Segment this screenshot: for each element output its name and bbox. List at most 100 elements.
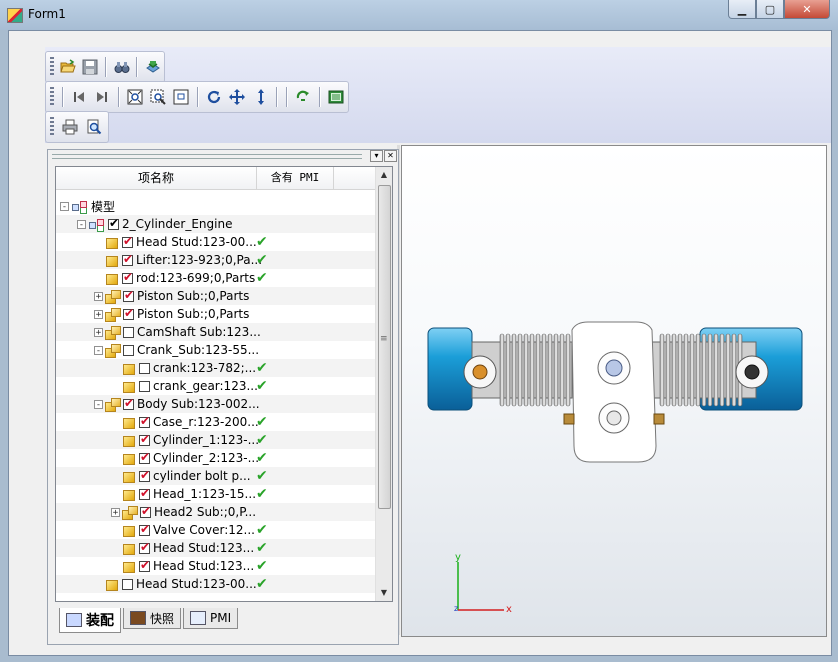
binoculars-icon[interactable] <box>113 57 131 77</box>
first-icon[interactable] <box>70 87 89 107</box>
tree-row[interactable]: - Crank_Sub:123-55... <box>56 341 376 359</box>
tree-row[interactable]: Lifter:123-923;0,Pa...✔ <box>56 251 376 269</box>
tree-row[interactable]: cylinder bolt p... ✔ <box>56 467 376 485</box>
panel-icon[interactable] <box>327 87 346 107</box>
tree-row[interactable]: + Head2 Sub:;0,P... <box>56 503 376 521</box>
toolbar-grip[interactable] <box>50 57 54 77</box>
zoom-fit-icon[interactable] <box>126 87 145 107</box>
tree-item-label[interactable]: cylinder bolt p... <box>153 469 251 483</box>
pan-icon[interactable] <box>228 87 247 107</box>
zoom-area-icon[interactable] <box>172 87 191 107</box>
dock-close-button[interactable]: ✕ <box>384 150 397 162</box>
dock-dropdown-button[interactable]: ▾ <box>370 150 383 162</box>
save-icon[interactable] <box>81 57 99 77</box>
tree-item-label[interactable]: Lifter:123-923;0,Pa... <box>136 253 262 267</box>
tree-row[interactable]: - 模型 <box>56 197 376 215</box>
tree-row[interactable]: rod:123-699;0,Parts✔ <box>56 269 376 287</box>
zoom-updown-icon[interactable] <box>251 87 270 107</box>
scroll-down-icon[interactable]: ▼ <box>376 585 392 601</box>
maximize-button[interactable]: ▢ <box>756 0 784 19</box>
tree-item-label[interactable]: Body Sub:123-002... <box>137 397 260 411</box>
visibility-checkbox[interactable] <box>139 486 150 500</box>
dock-grip[interactable] <box>52 154 362 159</box>
visibility-checkbox[interactable] <box>139 380 150 392</box>
tree-item-label[interactable]: Valve Cover:12... <box>153 523 255 537</box>
assembly-tree[interactable]: 项名称 含有 PMI -模型-✔2_Cylinder_EngineHead St… <box>55 166 393 602</box>
visibility-checkbox[interactable] <box>122 252 133 266</box>
tree-item-label[interactable]: Head Stud:123... <box>153 559 254 573</box>
tree-row[interactable]: Cylinder_1:123-...✔ <box>56 431 376 449</box>
tree-item-label[interactable]: Head_1:123-15... <box>153 487 256 501</box>
visibility-checkbox[interactable] <box>122 578 133 590</box>
refresh-icon[interactable] <box>294 87 313 107</box>
tree-row[interactable]: Head Stud:123...✔ <box>56 557 376 575</box>
tree-row[interactable]: Cylinder_2:123-...✔ <box>56 449 376 467</box>
rotate-icon[interactable] <box>205 87 224 107</box>
tree-item-label[interactable]: crank:123-782;... <box>153 361 256 375</box>
visibility-checkbox[interactable] <box>139 540 150 554</box>
tree-item-label[interactable]: Head2 Sub:;0,P... <box>154 505 256 519</box>
tree-item-label[interactable]: Head Stud:123... <box>153 541 254 555</box>
expand-icon[interactable]: + <box>94 327 103 337</box>
tab-pmi[interactable]: PMI <box>183 608 239 629</box>
close-button[interactable]: ✕ <box>784 0 830 19</box>
tree-item-label[interactable]: Piston Sub:;0,Parts <box>137 307 249 321</box>
zoom-window-icon[interactable] <box>149 87 168 107</box>
tree-row[interactable]: Head Stud:123-00...✔ <box>56 575 376 593</box>
tree-item-label[interactable]: crank_gear:123... <box>153 379 258 393</box>
tree-item-label[interactable]: Case_r:123-200... <box>153 415 259 429</box>
toolbar-grip[interactable] <box>50 87 54 107</box>
tree-scrollbar[interactable]: ▲ ▼ <box>375 167 392 601</box>
scroll-thumb[interactable] <box>378 185 391 509</box>
tree-item-label[interactable]: Crank_Sub:123-55... <box>137 343 259 357</box>
tab-snapshot[interactable]: 快照 <box>123 608 182 629</box>
tree-row[interactable]: Head_1:123-15...✔ <box>56 485 376 503</box>
expand-icon[interactable]: + <box>94 291 103 301</box>
tree-item-label[interactable]: rod:123-699;0,Parts <box>136 271 255 285</box>
import-icon[interactable] <box>144 57 162 77</box>
tree-row[interactable]: Case_r:123-200...✔ <box>56 413 376 431</box>
open-icon[interactable] <box>60 57 78 77</box>
collapse-icon[interactable]: - <box>60 201 69 211</box>
visibility-checkbox[interactable] <box>139 414 150 428</box>
tree-item-label[interactable]: Cylinder_2:123-... <box>153 451 259 465</box>
expand-icon[interactable]: + <box>111 507 120 517</box>
expand-icon[interactable]: + <box>94 309 103 319</box>
visibility-checkbox[interactable] <box>123 344 134 356</box>
visibility-checkbox[interactable] <box>122 234 133 248</box>
tree-row[interactable]: Head Stud:123...✔ <box>56 539 376 557</box>
visibility-checkbox[interactable] <box>139 522 150 536</box>
tree-item-label[interactable]: CamShaft Sub:123... <box>137 325 261 339</box>
visibility-checkbox[interactable] <box>123 306 134 320</box>
visibility-checkbox[interactable] <box>123 288 134 302</box>
tree-item-label[interactable]: Head Stud:123-00... <box>136 235 257 249</box>
tree-row[interactable]: Valve Cover:12...✔ <box>56 521 376 539</box>
print-preview-icon[interactable] <box>84 117 104 137</box>
tree-row[interactable]: Head Stud:123-00...✔ <box>56 233 376 251</box>
tree-item-label[interactable]: Head Stud:123-00... <box>136 577 257 591</box>
visibility-checkbox[interactable] <box>139 450 150 464</box>
column-header-name[interactable]: 项名称 <box>56 167 257 189</box>
visibility-checkbox[interactable] <box>123 326 134 338</box>
visibility-checkbox[interactable] <box>123 396 134 410</box>
tree-row[interactable]: - ✔ 2_Cylinder_Engine <box>56 215 376 233</box>
column-header-pmi[interactable]: 含有 PMI <box>257 167 334 189</box>
visibility-checkbox[interactable] <box>139 558 150 572</box>
visibility-checkbox[interactable] <box>139 362 150 374</box>
3d-viewport[interactable]: y x z <box>401 145 827 637</box>
collapse-icon[interactable]: - <box>94 399 103 409</box>
tree-item-label[interactable]: Cylinder_1:123-... <box>153 433 259 447</box>
visibility-checkbox[interactable] <box>140 504 151 518</box>
collapse-icon[interactable]: - <box>77 219 86 229</box>
minimize-button[interactable]: ▁ <box>728 0 756 19</box>
scroll-up-icon[interactable]: ▲ <box>376 167 392 183</box>
tree-row[interactable]: + CamShaft Sub:123... <box>56 323 376 341</box>
visibility-checkbox[interactable] <box>139 432 150 446</box>
tree-row[interactable]: crank:123-782;... ✔ <box>56 359 376 377</box>
last-icon[interactable] <box>93 87 112 107</box>
tree-row[interactable]: - Body Sub:123-002... <box>56 395 376 413</box>
tree-item-label[interactable]: Piston Sub:;0,Parts <box>137 289 249 303</box>
tree-row[interactable]: crank_gear:123... ✔ <box>56 377 376 395</box>
tab-assembly[interactable]: 装配 <box>59 608 121 633</box>
visibility-checkbox[interactable] <box>122 270 133 284</box>
